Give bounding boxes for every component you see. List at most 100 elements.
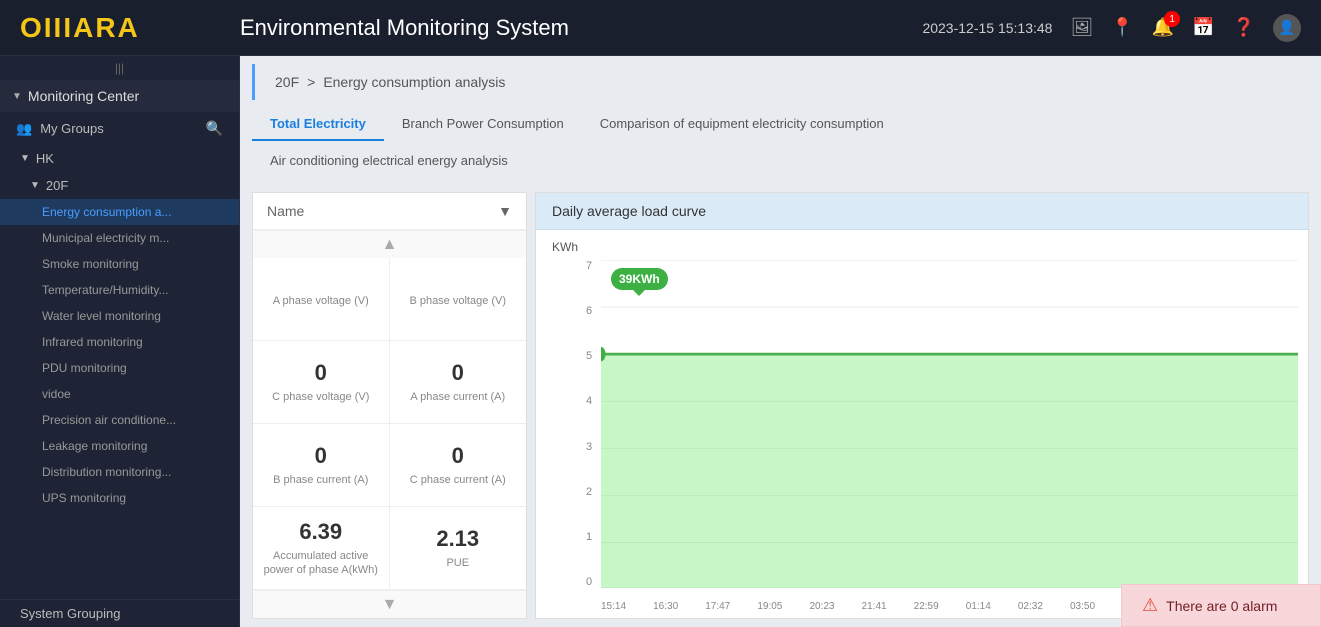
user-avatar[interactable]: 👤 <box>1273 14 1301 42</box>
x-tick-3: 19:05 <box>757 601 782 612</box>
y-tick-7: 7 <box>586 260 592 272</box>
infrared-label: Infrared monitoring <box>42 335 143 349</box>
tabs-bar-row1: Total Electricity Branch Power Consumpti… <box>240 100 1321 141</box>
metric-c-phase-voltage-label: C phase voltage (V) <box>272 390 369 404</box>
metric-a-phase-current-value: 0 <box>452 360 464 386</box>
tab-aircon[interactable]: Air conditioning electrical energy analy… <box>252 145 1309 178</box>
x-tick-1: 16:30 <box>653 601 678 612</box>
metric-b-phase-current: 0 B phase current (A) <box>253 424 390 507</box>
y-tick-3: 3 <box>586 441 592 453</box>
metric-c-phase-voltage: 0 C phase voltage (V) <box>253 341 390 424</box>
scroll-up-button[interactable]: ▲ <box>253 230 526 258</box>
municipal-label: Municipal electricity m... <box>42 231 169 245</box>
metric-a-phase-voltage: A phase voltage (V) <box>253 258 390 341</box>
sidebar-item-leakage[interactable]: Leakage monitoring <box>0 433 239 459</box>
x-tick-7: 01:14 <box>966 601 991 612</box>
chart-svg-container: 39KWh <box>601 260 1298 588</box>
chart-area: KWh 7 6 5 4 3 2 1 0 39 <box>536 230 1308 618</box>
metric-active-power: 6.39 Accumulated active power of phase A… <box>253 507 390 590</box>
smoke-label: Smoke monitoring <box>42 257 139 271</box>
chart-panel: Daily average load curve KWh 7 6 5 4 3 2… <box>535 192 1309 619</box>
sidebar-item-energy[interactable]: Energy consumption a... <box>0 199 239 225</box>
help-icon[interactable]: ❓ <box>1233 17 1255 38</box>
name-selector-arrow: ▼ <box>498 203 512 219</box>
video-label: vidoe <box>42 387 71 401</box>
metric-b-phase-current-value: 0 <box>315 443 327 469</box>
chart-svg <box>601 260 1298 588</box>
x-tick-8: 02:32 <box>1018 601 1043 612</box>
sidebar-item-distribution[interactable]: Distribution monitoring... <box>0 459 239 485</box>
sidebar-item-precision[interactable]: Precision air conditione... <box>0 407 239 433</box>
sidebar-monitoring-center[interactable]: ▼ Monitoring Center <box>0 80 239 112</box>
sidebar-item-infrared[interactable]: Infrared monitoring <box>0 329 239 355</box>
name-selector[interactable]: Name ▼ <box>253 193 526 230</box>
groups-icon: 👥 <box>16 121 32 137</box>
x-tick-6: 22:59 <box>914 601 939 612</box>
sidebar-item-pdu[interactable]: PDU monitoring <box>0 355 239 381</box>
metric-c-phase-voltage-value: 0 <box>315 360 327 386</box>
y-tick-4: 4 <box>586 395 592 407</box>
image-icon[interactable]: 🖼 <box>1070 17 1093 38</box>
sidebar-item-ups[interactable]: UPS monitoring <box>0 485 239 511</box>
metric-c-phase-current-value: 0 <box>452 443 464 469</box>
x-tick-2: 17:47 <box>705 601 730 612</box>
sidebar-item-hk[interactable]: ▼ HK <box>0 145 239 172</box>
20f-arrow: ▼ <box>30 180 40 191</box>
sidebar-collapse-bar[interactable]: ||| <box>0 56 239 80</box>
hk-label: HK <box>36 151 54 166</box>
sidebar-item-municipal[interactable]: Municipal electricity m... <box>0 225 239 251</box>
main-panel: Name ▼ ▲ A phase voltage (V) B phase vol… <box>240 184 1321 627</box>
breadcrumb: 20F > Energy consumption analysis <box>252 64 1309 100</box>
metric-pue-label: PUE <box>446 556 469 570</box>
metric-active-power-value: 6.39 <box>299 519 342 545</box>
monitoring-center-arrow: ▼ <box>12 91 22 102</box>
my-groups-left: 👥 My Groups <box>16 121 104 137</box>
y-tick-5: 5 <box>586 350 592 362</box>
sidebar-my-groups[interactable]: 👥 My Groups 🔍 <box>0 112 239 145</box>
calendar-icon[interactable]: 📅 <box>1192 17 1214 38</box>
scroll-down-button[interactable]: ▼ <box>253 590 526 618</box>
alarm-warning-icon: ⚠ <box>1142 595 1158 616</box>
x-tick-9: 03:50 <box>1070 601 1095 612</box>
metric-active-power-label: Accumulated active power of phase A(kWh) <box>259 549 383 578</box>
search-icon[interactable]: 🔍 <box>206 120 223 137</box>
tab-total-electricity[interactable]: Total Electricity <box>252 108 384 141</box>
alarm-bell-icon[interactable]: 🔔 1 <box>1152 17 1174 38</box>
sidebar-item-water[interactable]: Water level monitoring <box>0 303 239 329</box>
metrics-panel: Name ▼ ▲ A phase voltage (V) B phase vol… <box>252 192 527 619</box>
tab-branch-power[interactable]: Branch Power Consumption <box>384 108 582 141</box>
y-tick-0: 0 <box>586 576 592 588</box>
tab-comparison[interactable]: Comparison of equipment electricity cons… <box>582 108 902 141</box>
hk-arrow: ▼ <box>20 153 30 164</box>
ups-label: UPS monitoring <box>42 491 126 505</box>
metric-pue: 2.13 PUE <box>390 507 527 590</box>
tabs-bar-row2: Air conditioning electrical energy analy… <box>240 141 1321 184</box>
logo: OIIIARA <box>20 12 220 44</box>
metrics-grid: A phase voltage (V) B phase voltage (V) … <box>253 258 526 590</box>
system-grouping-label: System Grouping <box>20 606 120 621</box>
metric-b-phase-current-label: B phase current (A) <box>273 473 368 487</box>
main-layout: ||| ▼ Monitoring Center 👥 My Groups 🔍 ▼ … <box>0 56 1321 627</box>
distribution-label: Distribution monitoring... <box>42 465 171 479</box>
sidebar-item-temperature[interactable]: Temperature/Humidity... <box>0 277 239 303</box>
y-tick-2: 2 <box>586 486 592 498</box>
header-right: 2023-12-15 15:13:48 🖼 📍 🔔 1 📅 ❓ 👤 <box>922 14 1301 42</box>
chart-area-fill <box>601 354 1298 588</box>
sidebar: ||| ▼ Monitoring Center 👥 My Groups 🔍 ▼ … <box>0 56 240 627</box>
sidebar-item-20f[interactable]: ▼ 20F <box>0 172 239 199</box>
content-area: 20F > Energy consumption analysis Total … <box>240 56 1321 627</box>
chart-y-label: KWh <box>552 240 578 254</box>
metric-a-phase-current: 0 A phase current (A) <box>390 341 527 424</box>
header-datetime: 2023-12-15 15:13:48 <box>922 20 1052 36</box>
breadcrumb-sep: > <box>307 74 315 90</box>
x-tick-4: 20:23 <box>809 601 834 612</box>
location-icon[interactable]: 📍 <box>1111 17 1133 38</box>
metric-a-phase-voltage-label: A phase voltage (V) <box>273 294 369 308</box>
sidebar-item-video[interactable]: vidoe <box>0 381 239 407</box>
sidebar-item-system-grouping[interactable]: System Grouping <box>0 599 239 627</box>
monitoring-center-label: Monitoring Center <box>28 88 139 104</box>
metric-c-phase-current-label: C phase current (A) <box>410 473 506 487</box>
alarm-bar: ⚠ There are 0 alarm <box>1121 584 1321 627</box>
x-tick-5: 21:41 <box>862 601 887 612</box>
sidebar-item-smoke[interactable]: Smoke monitoring <box>0 251 239 277</box>
